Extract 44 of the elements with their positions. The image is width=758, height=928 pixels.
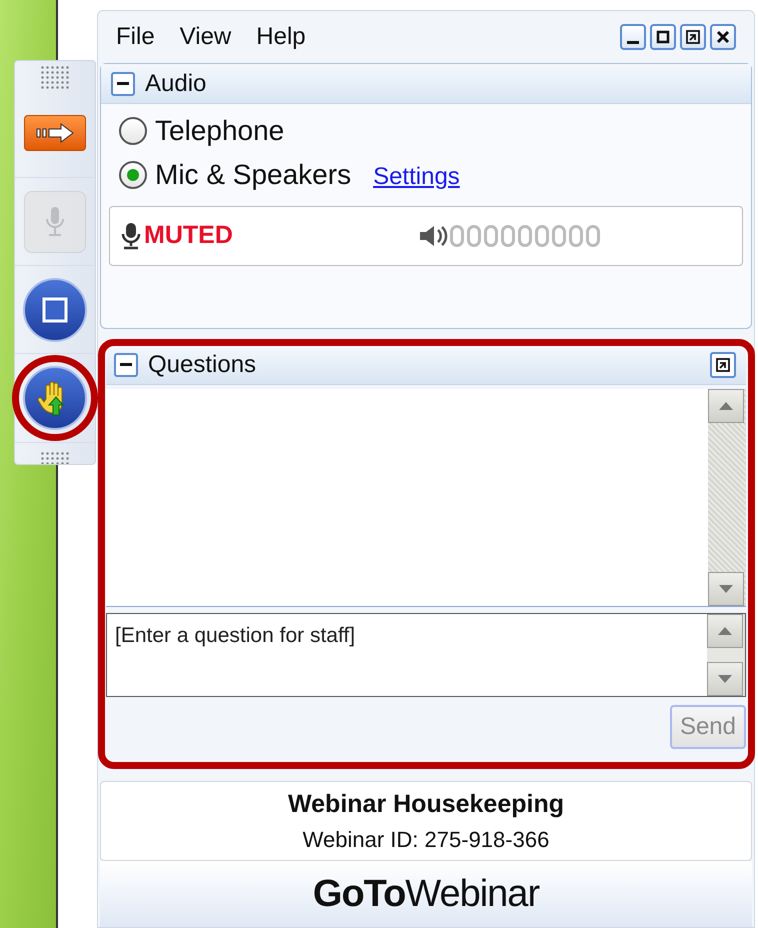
restore-button[interactable]: [680, 24, 706, 50]
minimize-button[interactable]: [620, 24, 646, 50]
minus-icon: [120, 363, 132, 366]
restore-icon: [683, 27, 703, 47]
arrow-button[interactable]: [24, 115, 86, 152]
maximize-button[interactable]: [650, 24, 676, 50]
up-triangle-icon: [718, 401, 734, 411]
muted-status: MUTED: [144, 220, 234, 252]
scroll-down-button[interactable]: [708, 572, 744, 606]
radio-button[interactable]: [119, 161, 147, 189]
radio-label[interactable]: Telephone: [155, 110, 284, 152]
grip-icon[interactable]: [40, 450, 70, 464]
webinar-title: Webinar Housekeeping: [288, 788, 564, 820]
settings-link[interactable]: Settings: [373, 159, 460, 195]
panel-title: Questions: [148, 350, 258, 380]
panel-title: Audio: [145, 68, 206, 98]
brand-logo: GoToWebinar: [312, 872, 540, 916]
menu-item[interactable]: File: [116, 19, 155, 55]
down-triangle-icon: [717, 674, 733, 684]
collapse-button[interactable]: [114, 352, 138, 376]
scrollbar[interactable]: [707, 614, 745, 696]
scrollbar[interactable]: [708, 389, 746, 606]
microphone-icon: [120, 222, 142, 250]
close-button[interactable]: [710, 24, 736, 50]
microphone-icon: [44, 204, 66, 239]
popout-icon: [715, 356, 731, 372]
menu-item[interactable]: View: [180, 19, 232, 55]
collapse-button[interactable]: [111, 72, 135, 96]
scroll-down-button[interactable]: [707, 662, 743, 696]
minimize-icon: [627, 40, 639, 44]
minus-icon: [117, 82, 129, 85]
webinar-id: Webinar ID: 275-918-366: [302, 826, 550, 854]
raise-hand-button[interactable]: [23, 366, 87, 430]
radio-label[interactable]: Mic & Speakers: [155, 154, 352, 196]
radio-button[interactable]: [119, 117, 147, 145]
speaker-icon: [418, 224, 448, 248]
grip-icon[interactable]: [40, 65, 70, 90]
up-triangle-icon: [717, 626, 733, 636]
square-icon: [42, 296, 68, 323]
scroll-up-button[interactable]: [707, 614, 743, 648]
down-triangle-icon: [718, 584, 734, 594]
menu-item[interactable]: Help: [256, 19, 306, 55]
scroll-up-button[interactable]: [708, 389, 744, 423]
popout-button[interactable]: [710, 352, 736, 378]
